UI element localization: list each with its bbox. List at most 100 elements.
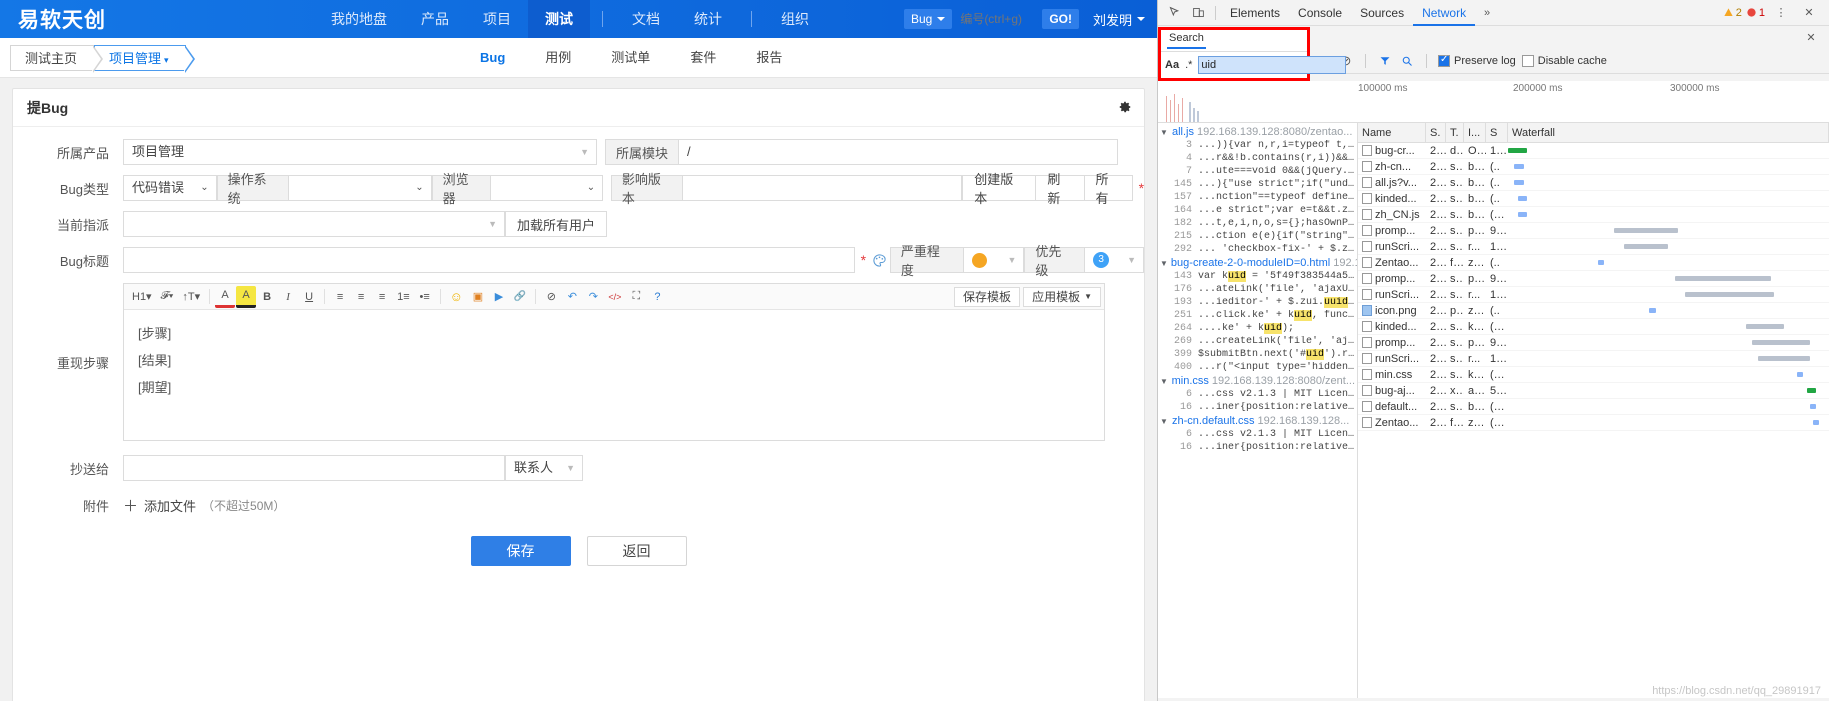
plus-icon[interactable]: ＋ (123, 495, 138, 516)
table-row[interactable]: promp... 2... s... p... 9. 1 (1358, 223, 1829, 239)
table-row[interactable]: bug-cr... 2... d... O... 1. 6 (1358, 143, 1829, 159)
search-result-match[interactable]: 143 var kuid = '5f49f383544a5'; (1158, 270, 1357, 283)
column-header-type[interactable]: T. (1446, 123, 1464, 143)
bold-icon[interactable]: B (257, 286, 277, 308)
search-result-match[interactable]: 7 ...ute===void 0&&(jQuery.migrate... (1158, 165, 1357, 178)
search-result-match[interactable]: 164 ...e strict";var e=t&&t.zui?t.zuith..… (1158, 204, 1357, 217)
help-icon[interactable]: ? (647, 286, 667, 308)
table-row[interactable]: Zentao... 2... f... z... (.. (1358, 255, 1829, 271)
italic-icon[interactable]: I (278, 286, 298, 308)
table-row[interactable]: bug-aj... 2... x... a... 5. 6 (1358, 383, 1829, 399)
network-timeline[interactable]: 100000 ms 200000 ms 300000 ms (1158, 81, 1829, 123)
nav-item-doc[interactable]: 文档 (615, 0, 677, 38)
undo-icon[interactable]: ↶ (562, 286, 582, 308)
editor-content[interactable]: [步骤] [结果] [期望] (124, 310, 1104, 440)
brand-logo[interactable]: 易软天创 (0, 4, 124, 34)
tab-testtask[interactable]: 测试单 (591, 38, 670, 78)
column-header-waterfall[interactable]: Waterfall (1508, 123, 1829, 143)
tab-suite[interactable]: 套件 (670, 38, 736, 78)
table-row[interactable]: kinded... 2... s... k... (.. 1 (1358, 319, 1829, 335)
close-icon[interactable]: ✕ (1797, 1, 1821, 25)
breadcrumb-item-test-home[interactable]: 测试主页 (10, 44, 104, 73)
tab-bug[interactable]: Bug (460, 38, 525, 78)
go-button[interactable]: GO! (1042, 9, 1079, 29)
search-result-match[interactable]: 251 ...click.ke' + kuid, function(){$.en.… (1158, 309, 1357, 322)
search-result-match[interactable]: 6 ...css v2.1.3 | MIT License | git.io/n.… (1158, 428, 1357, 441)
align-left-icon[interactable]: ≡ (330, 286, 350, 308)
table-row[interactable]: Zentao... 2... f... z... (.. 2 (1358, 415, 1829, 431)
tab-search[interactable]: Search (1167, 32, 1206, 49)
align-right-icon[interactable]: ≡ (372, 286, 392, 308)
search-icon[interactable] (1399, 53, 1415, 69)
emoji-icon[interactable]: ☺ (446, 286, 467, 308)
font-size-icon[interactable]: ↑T▾ (178, 286, 204, 308)
search-result-match[interactable]: 269 ...createLink('file', 'ajaxPasteImag.… (1158, 335, 1357, 348)
insert-image-icon[interactable]: ▣ (468, 286, 488, 308)
search-result-match[interactable]: 157 ...nction"==typeof define&&def... (1158, 191, 1357, 204)
column-header-status[interactable]: S. (1426, 123, 1446, 143)
bug-title-input[interactable] (123, 247, 855, 273)
load-all-users-button[interactable]: 加载所有用户 (505, 211, 608, 237)
add-file-link[interactable]: 添加文件 (144, 496, 196, 515)
heading-icon[interactable]: H1▾ (128, 286, 156, 308)
preserve-log-toggle[interactable]: Preserve log (1438, 54, 1516, 67)
version-select[interactable] (682, 175, 963, 201)
highlight-color-icon[interactable]: A (236, 285, 257, 308)
search-result-match[interactable]: 292 ... 'checkbox-fix-' + $.zui.uuid(); (1158, 243, 1357, 256)
search-results-tree[interactable]: ▼ all.js 192.168.139.128:8080/zentao... … (1158, 123, 1358, 698)
nav-item-my[interactable]: 我的地盘 (314, 0, 404, 38)
search-result-match[interactable]: 264 ....ke' + kuid); (1158, 322, 1357, 335)
redo-icon[interactable]: ↷ (583, 286, 603, 308)
disable-cache-toggle[interactable]: Disable cache (1521, 54, 1607, 67)
create-version-button[interactable]: 创建版本 (962, 172, 1037, 206)
user-menu[interactable]: 刘发明 (1093, 10, 1145, 29)
apply-template-button[interactable]: 应用模板 ▼ (1023, 286, 1101, 307)
save-button[interactable]: 保存 (470, 536, 571, 566)
search-query-input[interactable] (1198, 56, 1347, 74)
column-header-name[interactable]: Name (1358, 123, 1426, 143)
nav-item-test[interactable]: 测试 (528, 0, 590, 38)
os-select[interactable]: ⌄ (287, 175, 432, 201)
column-header-initiator[interactable]: I... (1464, 123, 1486, 143)
search-result-match[interactable]: 145 ...){"use strict";if("undefined"==t..… (1158, 178, 1357, 191)
bugtype-select[interactable]: 代码错误 ⌄ (123, 175, 217, 201)
text-color-icon[interactable]: A (215, 286, 236, 308)
color-palette-icon[interactable] (870, 253, 890, 268)
all-version-button[interactable]: 所有 (1084, 172, 1133, 206)
table-row[interactable]: runScri... 2... s... r... 1. 1 (1358, 239, 1829, 255)
tab-console[interactable]: Console (1289, 0, 1351, 26)
search-result-match[interactable]: 215 ...ction e(e){if("string"==typeof e..… (1158, 230, 1357, 243)
chevron-right-more-icon[interactable]: » (1475, 1, 1499, 25)
product-select[interactable]: 项目管理 ▼ (123, 139, 597, 165)
breadcrumb-item-project-manage[interactable]: 项目管理 ▾ (94, 44, 195, 73)
search-result-file-header[interactable]: ▼ zh-cn.default.css 192.168.139.128... (1158, 414, 1357, 428)
search-result-match[interactable]: 16 ...iner{position:relative;display:inli… (1158, 441, 1357, 454)
table-row[interactable]: zh_CN.js 2... s... b... (.. 9 (1358, 207, 1829, 223)
search-input[interactable] (958, 10, 1043, 28)
search-result-match[interactable]: 400 ...r("<input type='hidden' id='ui... (1158, 361, 1357, 374)
unlink-icon[interactable]: ⊘ (541, 286, 561, 308)
ordered-list-icon[interactable]: 1≡ (393, 286, 414, 308)
inspect-element-icon[interactable] (1162, 1, 1186, 25)
nav-item-product[interactable]: 产品 (404, 0, 466, 38)
priority-select[interactable]: 3 ▼ (1084, 247, 1144, 273)
table-row[interactable]: runScri... 2... s... r... 1. 4 (1358, 287, 1829, 303)
nav-item-project[interactable]: 项目 (466, 0, 528, 38)
table-row[interactable]: kinded... 2... s... b... (.. (1358, 191, 1829, 207)
table-row[interactable]: promp... 2... s... p... 9. 2 (1358, 271, 1829, 287)
match-case-icon[interactable]: Aa (1165, 59, 1179, 71)
table-row[interactable]: all.js?v... 2... s... b... (.. (1358, 175, 1829, 191)
search-result-file-header[interactable]: ▼ min.css 192.168.139.128:8080/zent... (1158, 374, 1357, 388)
tab-elements[interactable]: Elements (1221, 0, 1289, 26)
mailto-input[interactable] (123, 455, 505, 481)
search-result-file-header[interactable]: ▼ bug-create-2-0-moduleID=0.html 192.168… (1158, 256, 1357, 270)
insert-video-icon[interactable]: ▶ (489, 286, 509, 308)
regex-icon[interactable]: .* (1185, 59, 1192, 71)
browser-select[interactable]: ⌄ (490, 175, 604, 201)
warning-badge[interactable]: 2 (1723, 7, 1742, 19)
assign-select[interactable]: ▼ (123, 211, 505, 237)
insert-link-icon[interactable]: 🔗 (510, 286, 530, 308)
tab-case[interactable]: 用例 (525, 38, 591, 78)
severity-select[interactable]: ▼ (962, 247, 1025, 273)
nav-item-stats[interactable]: 统计 (677, 0, 739, 38)
